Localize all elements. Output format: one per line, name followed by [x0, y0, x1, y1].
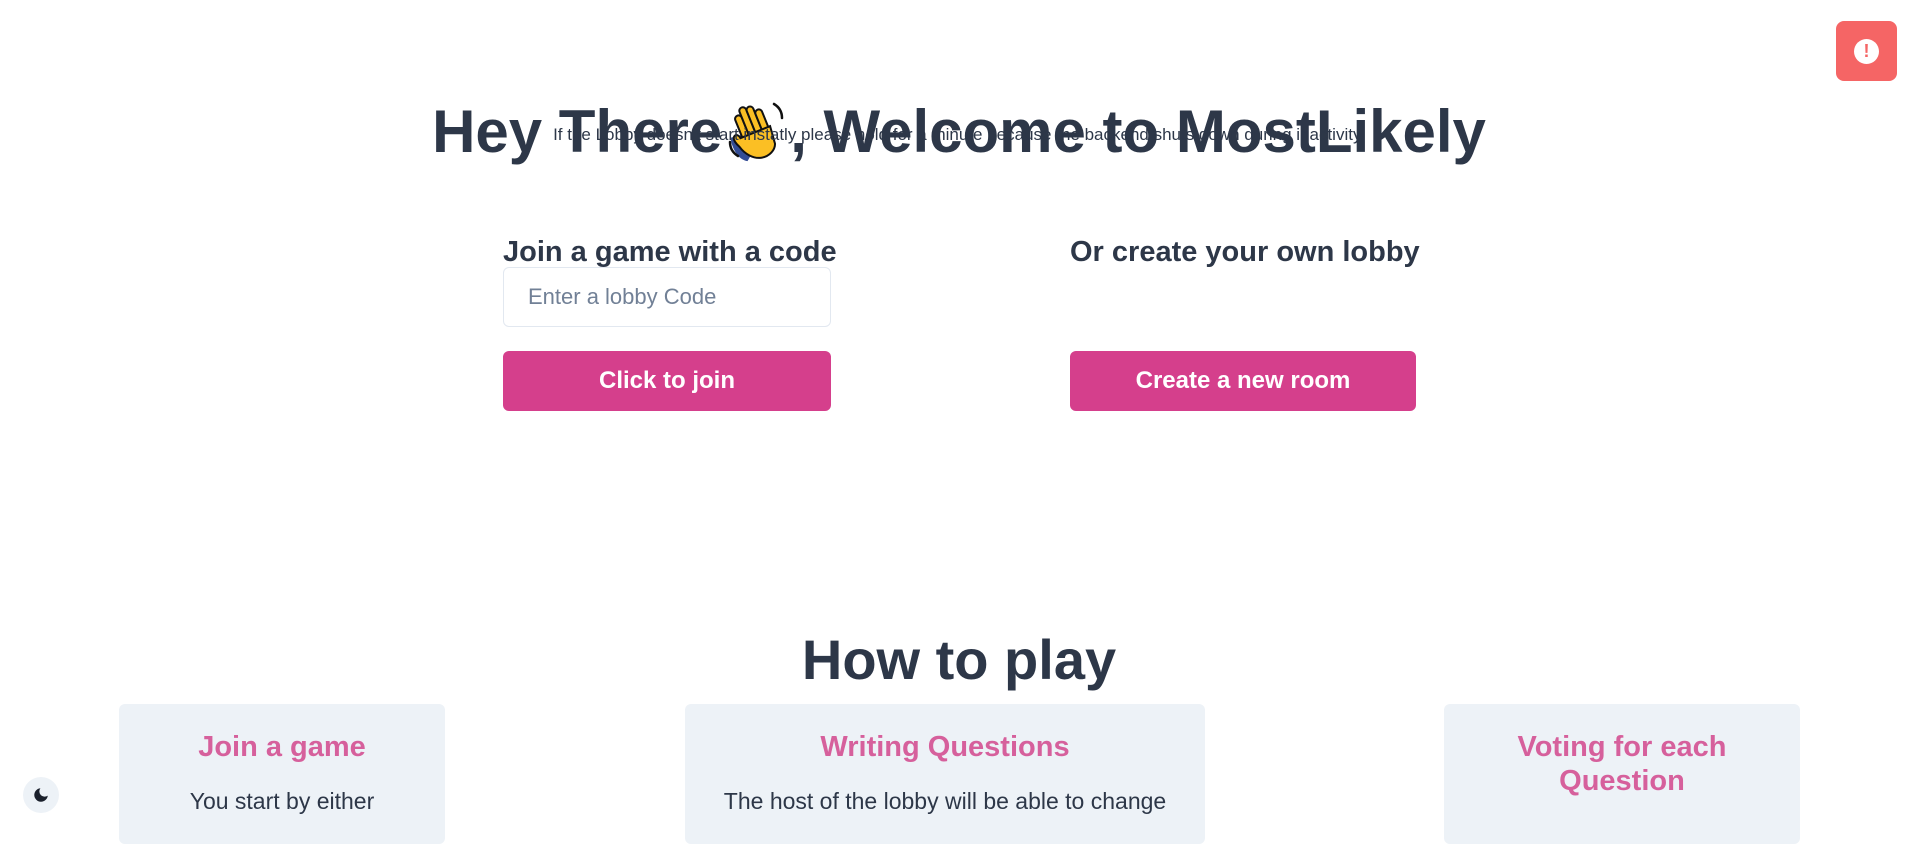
how-to-play-title: How to play — [801, 628, 1117, 692]
theme-toggle-button[interactable] — [23, 777, 59, 813]
writing-questions-card: Writing Questions The host of the lobby … — [685, 704, 1205, 844]
card-title: Join a game — [198, 731, 366, 763]
card-title: Voting for each Question — [1517, 731, 1727, 797]
exclamation-icon: ! — [1854, 38, 1879, 64]
join-game-card: Join a game You start by either — [119, 704, 445, 844]
voting-card: Voting for each Question — [1444, 704, 1800, 844]
card-text: You start by either — [189, 788, 375, 814]
join-section-title: Join a game with a code — [503, 236, 837, 269]
card-title: Writing Questions — [820, 731, 1070, 763]
backend-notice: If the Lobby doesn't start instatly plea… — [553, 125, 1365, 144]
join-button[interactable]: Click to join — [503, 351, 831, 411]
create-section-title: Or create your own lobby — [1070, 236, 1420, 269]
alert-button[interactable]: ! — [1836, 21, 1897, 81]
card-text: The host of the lobby will be able to ch… — [723, 788, 1167, 814]
lobby-code-input[interactable] — [503, 267, 831, 327]
create-room-button[interactable]: Create a new room — [1070, 351, 1416, 411]
moon-icon — [34, 788, 48, 802]
